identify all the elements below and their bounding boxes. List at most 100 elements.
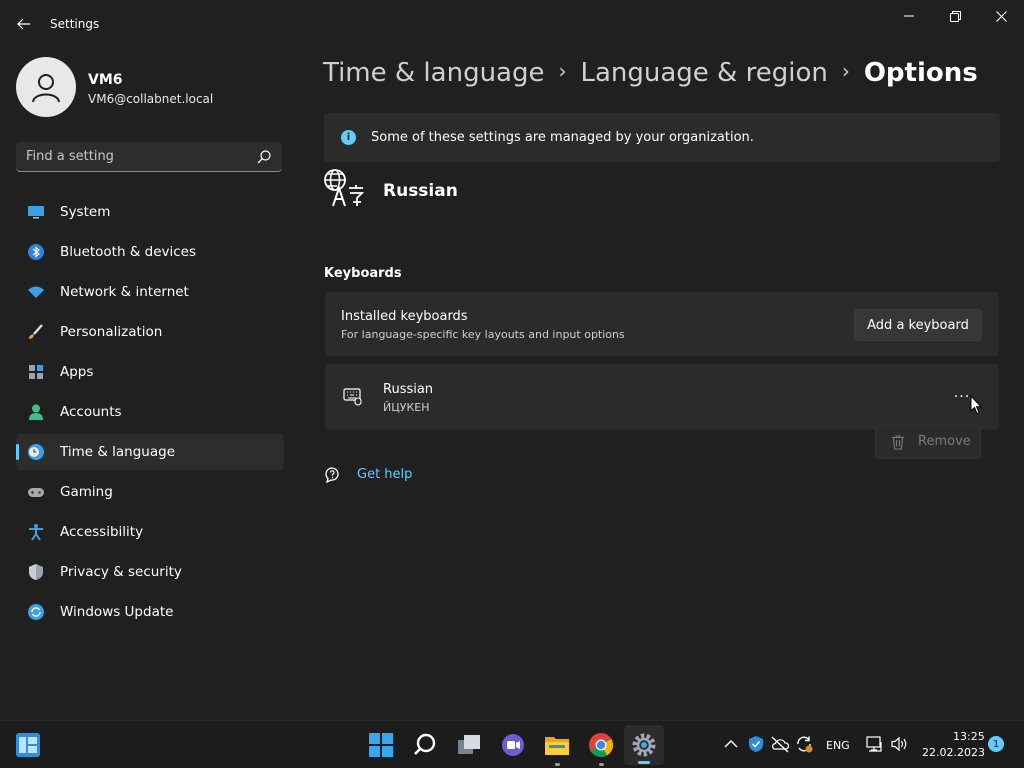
breadcrumb-separator: › — [841, 59, 850, 83]
keyboard-name: Russian — [383, 382, 434, 397]
info-text: Some of these settings are managed by yo… — [371, 130, 754, 145]
close-button[interactable] — [978, 0, 1024, 32]
network-icon[interactable] — [866, 736, 884, 752]
remove-label: Remove — [918, 434, 971, 449]
person-icon — [32, 74, 60, 103]
settings-taskbar-button[interactable] — [624, 725, 664, 765]
close-icon — [995, 10, 1007, 22]
volume-icon[interactable] — [891, 736, 909, 752]
monitor-icon — [28, 206, 44, 219]
sidebar-item-accessibility[interactable]: Accessibility — [16, 514, 284, 550]
title-bar: Settings — [0, 0, 1024, 48]
search-input[interactable]: Find a setting — [16, 142, 282, 172]
sidebar-item-label: Gaming — [60, 484, 113, 500]
brush-icon — [29, 324, 43, 339]
gamepad-icon — [28, 488, 44, 497]
task-view-icon[interactable] — [456, 732, 482, 758]
search-placeholder: Find a setting — [26, 149, 114, 164]
search-icon[interactable] — [412, 732, 438, 758]
keyboard-layout: ЙЦУКЕН — [383, 401, 430, 414]
avatar[interactable] — [16, 57, 76, 117]
mouse-cursor-icon — [970, 395, 982, 415]
remove-keyboard-button[interactable]: Remove — [875, 425, 981, 459]
sidebar-item-privacy[interactable]: Privacy & security — [16, 554, 284, 590]
breadcrumb-separator: › — [558, 59, 567, 83]
sidebar-item-label: Bluetooth & devices — [60, 244, 197, 260]
user-email: VM6@collabnet.local — [88, 92, 214, 106]
sidebar-item-accounts[interactable]: Accounts — [16, 394, 284, 430]
running-indicator — [555, 763, 560, 766]
sidebar-item-system[interactable]: System — [16, 194, 284, 230]
chevron-up-icon[interactable] — [724, 738, 738, 750]
sidebar-item-label: Windows Update — [60, 604, 174, 620]
restore-button[interactable] — [932, 0, 978, 32]
gear-icon — [632, 733, 656, 757]
start-icon[interactable] — [368, 732, 394, 758]
help-icon — [325, 467, 339, 484]
sidebar-item-bluetooth[interactable]: Bluetooth & devices — [16, 234, 284, 270]
get-help-link[interactable]: Get help — [357, 467, 412, 482]
active-indicator — [638, 761, 650, 764]
sidebar-item-label: System — [60, 204, 111, 220]
wifi-icon — [28, 286, 44, 298]
clock-time[interactable]: 13:25 — [953, 730, 985, 743]
keyboard-icon — [343, 388, 362, 406]
back-button[interactable] — [10, 10, 38, 38]
clock-globe-icon — [28, 444, 44, 460]
defender-shield-icon[interactable] — [747, 735, 765, 753]
teams-chat-icon[interactable] — [500, 732, 526, 758]
clock-date[interactable]: 22.02.2023 — [922, 746, 985, 759]
language-icon — [324, 169, 365, 207]
installed-keyboards-subtitle: For language-specific key layouts and in… — [341, 328, 625, 341]
taskbar: ENG 13:25 22.02.2023 — [0, 720, 1024, 768]
apps-icon — [29, 365, 43, 379]
user-name: VM6 — [88, 72, 123, 88]
running-indicator — [599, 763, 604, 766]
sidebar-nav: System Bluetooth & devices Network & int… — [16, 194, 284, 634]
update-icon — [28, 604, 44, 620]
keyboards-section-title: Keyboards — [324, 266, 402, 281]
keyboard-row: Russian ЙЦУКЕН ··· — [325, 364, 999, 430]
sidebar-item-label: Apps — [60, 364, 94, 380]
sidebar-item-apps[interactable]: Apps — [16, 354, 284, 390]
person-icon — [29, 404, 43, 420]
arrow-left-icon — [17, 18, 30, 30]
minimize-icon — [904, 15, 914, 17]
shield-icon — [29, 564, 43, 580]
input-language-indicator[interactable]: ENG — [826, 739, 850, 752]
file-explorer-icon[interactable] — [544, 732, 570, 758]
sidebar-item-windows-update[interactable]: Windows Update — [16, 594, 284, 630]
sidebar-item-label: Time & language — [60, 444, 176, 460]
restore-icon — [949, 10, 961, 22]
app-title: Settings — [50, 17, 100, 31]
sync-icon[interactable] — [795, 735, 813, 753]
chrome-icon[interactable] — [588, 732, 614, 758]
widgets-icon[interactable] — [15, 732, 41, 758]
sidebar-item-gaming[interactable]: Gaming — [16, 474, 284, 510]
trash-icon — [892, 435, 904, 450]
sidebar-item-personalization[interactable]: Personalization — [16, 314, 284, 350]
language-name: Russian — [383, 181, 458, 201]
bluetooth-icon — [28, 244, 44, 260]
onedrive-offline-icon[interactable] — [770, 735, 790, 753]
sidebar-item-label: Privacy & security — [60, 564, 182, 580]
minimize-button[interactable] — [886, 0, 932, 32]
breadcrumb-item-time-language[interactable]: Time & language — [323, 58, 544, 88]
breadcrumb-item-language-region[interactable]: Language & region — [580, 58, 827, 88]
sidebar-item-label: Personalization — [60, 324, 163, 340]
installed-keyboards-title: Installed keyboards — [341, 309, 468, 324]
info-icon: i — [341, 130, 356, 145]
sidebar-item-network[interactable]: Network & internet — [16, 274, 284, 310]
installed-keyboards-card: Installed keyboards For language-specifi… — [325, 292, 999, 356]
notification-badge[interactable]: 1 — [988, 736, 1004, 752]
breadcrumb: Time & language › Language & region › Option… — [323, 58, 978, 88]
sidebar-item-time-language[interactable]: Time & language — [16, 434, 284, 470]
accessibility-icon — [29, 524, 43, 541]
sidebar-item-label: Network & internet — [60, 284, 189, 300]
managed-info-bar: i Some of these settings are managed by … — [324, 113, 1000, 162]
add-keyboard-button[interactable]: Add a keyboard — [854, 309, 982, 341]
sidebar-item-label: Accounts — [60, 404, 122, 420]
page-title: Options — [863, 58, 978, 88]
sidebar-item-label: Accessibility — [60, 524, 144, 540]
search-icon — [257, 150, 271, 164]
